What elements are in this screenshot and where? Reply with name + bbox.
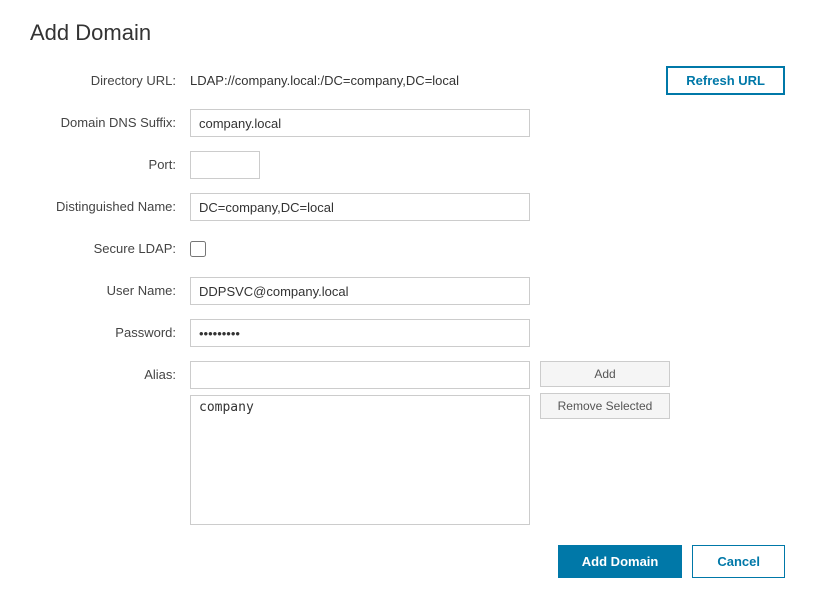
secure-ldap-checkbox[interactable] — [190, 241, 206, 257]
domain-dns-field-area — [190, 109, 785, 137]
password-label: Password: — [30, 319, 190, 347]
page-title: Add Domain — [30, 20, 785, 46]
alias-label: Alias: — [30, 361, 190, 389]
password-row: Password: — [30, 319, 785, 347]
distinguished-name-row: Distinguished Name: — [30, 193, 785, 221]
cancel-button[interactable]: Cancel — [692, 545, 785, 578]
add-domain-button[interactable]: Add Domain — [558, 545, 683, 578]
alias-inputs: company — [190, 361, 530, 525]
directory-url-label: Directory URL: — [30, 67, 190, 95]
username-input[interactable] — [190, 277, 530, 305]
secure-ldap-label: Secure LDAP: — [30, 235, 190, 263]
directory-url-value: LDAP://company.local:/DC=company,DC=loca… — [190, 73, 646, 88]
alias-container: company Add Remove Selected — [190, 361, 670, 525]
password-input[interactable] — [190, 319, 530, 347]
secure-ldap-row: Secure LDAP: — [30, 235, 785, 263]
directory-url-row: Directory URL: LDAP://company.local:/DC=… — [30, 66, 785, 95]
port-row: Port: — [30, 151, 785, 179]
username-row: User Name: — [30, 277, 785, 305]
refresh-url-button[interactable]: Refresh URL — [666, 66, 785, 95]
alias-row: Alias: company Add Remove Selected — [30, 361, 785, 525]
distinguished-name-label: Distinguished Name: — [30, 193, 190, 221]
port-label: Port: — [30, 151, 190, 179]
add-domain-form: Directory URL: LDAP://company.local:/DC=… — [30, 66, 785, 525]
username-label: User Name: — [30, 277, 190, 305]
alias-list[interactable]: company — [190, 395, 530, 525]
alias-text-input[interactable] — [190, 361, 530, 389]
alias-input-row — [190, 361, 530, 389]
secure-ldap-field-area — [190, 241, 785, 257]
alias-field-area: company Add Remove Selected — [190, 361, 785, 525]
port-input[interactable] — [190, 151, 260, 179]
domain-dns-input[interactable] — [190, 109, 530, 137]
bottom-buttons: Add Domain Cancel — [30, 545, 785, 578]
domain-dns-row: Domain DNS Suffix: — [30, 109, 785, 137]
port-field-area — [190, 151, 785, 179]
distinguished-name-field-area — [190, 193, 785, 221]
directory-url-field-area: LDAP://company.local:/DC=company,DC=loca… — [190, 66, 785, 95]
remove-selected-button[interactable]: Remove Selected — [540, 393, 670, 419]
password-field-area — [190, 319, 785, 347]
alias-action-buttons: Add Remove Selected — [540, 361, 670, 419]
domain-dns-label: Domain DNS Suffix: — [30, 109, 190, 137]
add-alias-button[interactable]: Add — [540, 361, 670, 387]
username-field-area — [190, 277, 785, 305]
distinguished-name-input[interactable] — [190, 193, 530, 221]
